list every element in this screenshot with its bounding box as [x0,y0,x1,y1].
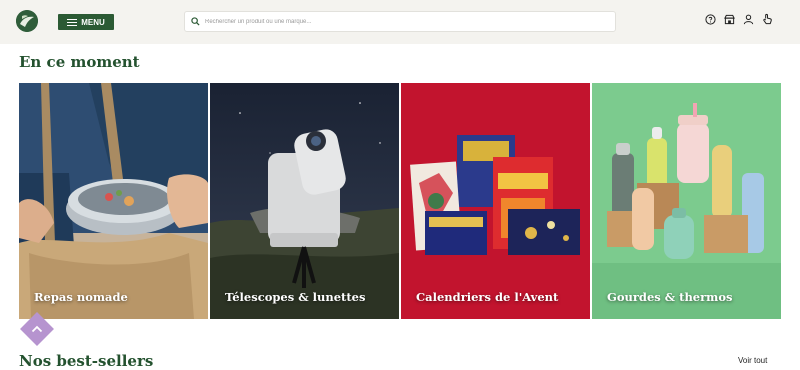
section-title: En ce moment [19,53,140,71]
card-telescopes[interactable]: Télescopes & lunettes [210,83,399,319]
header-icons [704,13,773,25]
see-all-link[interactable]: Voir tout [738,356,767,365]
hamburger-icon [67,18,78,26]
help-icon[interactable] [704,13,716,25]
cart-icon[interactable] [761,13,773,25]
category-cards: Repas nomade Télescopes & lunettes Calen… [19,83,781,319]
menu-label: MENU [81,17,105,27]
card-label: Calendriers de l'Avent [416,290,559,304]
logo[interactable] [16,10,38,32]
chevron-up-icon [31,320,43,338]
advent-calendar-image [401,83,590,319]
search-bar[interactable] [184,11,616,32]
header: MENU [0,0,800,44]
menu-button[interactable]: MENU [58,14,114,30]
search-icon [191,13,200,31]
card-repas-nomade[interactable]: Repas nomade [19,83,208,319]
lunchbox-image [19,83,208,319]
card-gourdes[interactable]: Gourdes & thermos [592,83,781,319]
search-input[interactable] [205,18,585,25]
card-label: Télescopes & lunettes [225,290,366,304]
store-icon[interactable] [723,13,735,25]
card-calendriers[interactable]: Calendriers de l'Avent [401,83,590,319]
account-icon[interactable] [742,13,754,25]
bottles-image [592,83,781,319]
card-label: Gourdes & thermos [607,290,733,304]
telescope-image [210,83,399,319]
card-label: Repas nomade [34,290,128,304]
best-sellers-title: Nos best-sellers [19,352,154,370]
